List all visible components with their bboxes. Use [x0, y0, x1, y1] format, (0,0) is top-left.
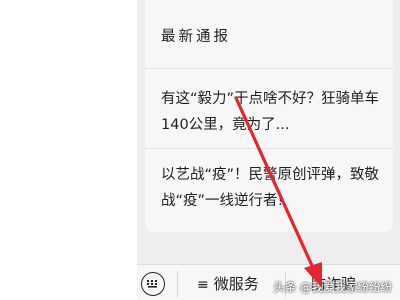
- annotation-arrow: [234, 96, 322, 288]
